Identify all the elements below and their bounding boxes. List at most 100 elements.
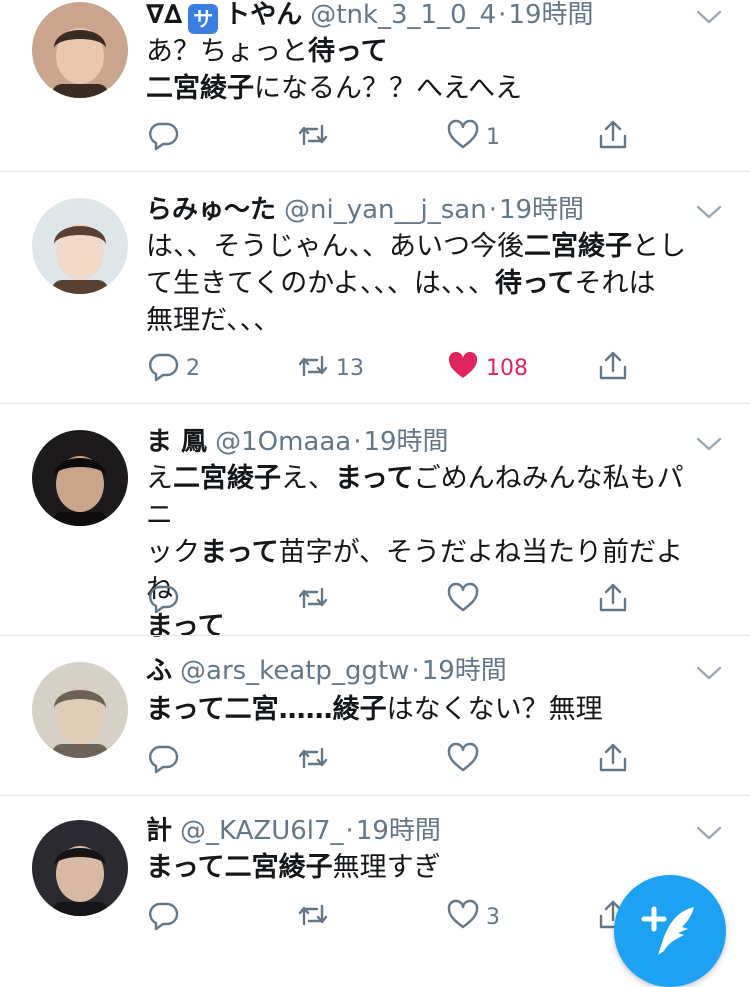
reply-button[interactable]	[146, 740, 180, 780]
tweet-divider	[0, 635, 750, 636]
bold-text: まって二宮綾子	[146, 852, 333, 883]
like-button[interactable]: 3	[446, 897, 500, 937]
user-handle[interactable]: @1Omaaa	[215, 427, 351, 457]
tweet-text-line: は、、そうじゃん、、あいつ今後二宮綾子とし	[146, 228, 706, 265]
timestamp[interactable]: 19時間	[508, 0, 593, 30]
tweet-actions: 2 13 108	[146, 348, 646, 388]
timestamp[interactable]: 19時間	[499, 195, 584, 225]
text-segment: になるん？？へえへえ	[254, 73, 523, 104]
tweet-text: は、、そうじゃん、、あいつ今後二宮綾子とし て生きてくのかよ、、、は、、、待ってそ…	[146, 228, 706, 339]
compose-tweet-icon	[641, 906, 694, 955]
retweet-icon	[296, 118, 330, 156]
separator-dot: ·	[488, 195, 497, 225]
timestamp[interactable]: 19時間	[363, 427, 448, 457]
text-segment: え、	[281, 463, 335, 494]
text-segment: は、、そうじゃん、、あいつ今後	[146, 231, 524, 262]
display-name[interactable]: トやん	[224, 0, 302, 30]
text-segment: え	[146, 463, 173, 494]
display-name[interactable]: ふ	[146, 656, 172, 686]
reply-icon	[146, 741, 180, 779]
user-handle[interactable]: @tnk_3_1_0_4	[310, 0, 496, 30]
compose-tweet-button[interactable]	[614, 875, 726, 987]
tweet-text-line: え二宮綾子え、まってごめんねみんな私もパニ	[146, 460, 706, 534]
tweet-text: あ？ちょっと待って 二宮綾子になるん？？へえへえ	[146, 33, 706, 107]
share-button[interactable]	[596, 580, 630, 620]
avatar[interactable]	[32, 430, 128, 526]
reply-icon	[146, 581, 180, 619]
like-button[interactable]	[446, 580, 480, 620]
tweet-actions: 3	[146, 897, 646, 937]
reply-button[interactable]: 2	[146, 348, 200, 388]
reply-button[interactable]	[146, 580, 180, 620]
retweet-button[interactable]: 13	[296, 348, 364, 388]
tweet-actions	[146, 580, 646, 620]
like-count: 1	[486, 124, 500, 150]
avatar[interactable]	[32, 2, 128, 98]
like-count: 3	[486, 904, 500, 930]
separator-dot: ·	[498, 0, 507, 30]
tweet-header: ふ @ars_keatp_ggtw·19時間	[146, 655, 507, 687]
like-button[interactable]: 1	[446, 117, 500, 157]
share-button[interactable]	[596, 348, 630, 388]
avatar[interactable]	[32, 198, 128, 294]
bold-text: まって	[200, 537, 279, 568]
reply-button[interactable]	[146, 897, 180, 937]
bold-text: 二宮綾子	[146, 73, 254, 104]
user-handle[interactable]: @ars_keatp_ggtw	[180, 656, 409, 686]
bold-text: 待って	[308, 36, 388, 67]
timestamp[interactable]: 19時間	[356, 816, 441, 846]
share-icon	[596, 118, 630, 156]
chevron-down-icon[interactable]	[696, 825, 722, 841]
heart-icon	[446, 118, 480, 156]
retweet-button[interactable]	[296, 740, 330, 780]
avatar[interactable]	[32, 820, 128, 916]
share-icon	[596, 741, 630, 779]
bold-text: 二宮綾子	[524, 231, 632, 262]
bold-text: まって	[335, 463, 414, 494]
display-name[interactable]: ま 鳳	[146, 427, 207, 457]
bold-text: まって二宮……綾子	[146, 694, 387, 725]
timestamp[interactable]: 19時間	[422, 656, 507, 686]
tweet-actions	[146, 740, 646, 780]
share-button[interactable]	[596, 740, 630, 780]
retweet-icon	[296, 349, 330, 387]
retweet-icon	[296, 581, 330, 619]
tweet-text-line: まって二宮綾子無理すぎ	[146, 849, 706, 886]
tweet-divider	[0, 171, 750, 172]
share-button[interactable]	[596, 117, 630, 157]
tweet-text-line: 無理だ、、、	[146, 302, 706, 339]
text-segment: 無理だ、、、	[146, 305, 281, 336]
avatar[interactable]	[32, 662, 128, 758]
display-name[interactable]: 計	[146, 816, 172, 846]
bold-text: 二宮綾子	[173, 463, 281, 494]
like-button[interactable]	[446, 740, 480, 780]
reply-icon	[146, 118, 180, 156]
chevron-down-icon[interactable]	[696, 204, 722, 220]
chevron-down-icon[interactable]	[696, 665, 722, 681]
like-button[interactable]: 108	[446, 348, 528, 388]
text-segment: ック	[146, 537, 200, 568]
retweet-button[interactable]	[296, 117, 330, 157]
tweet-header: 計 @_KAZU6l7_·19時間	[146, 815, 441, 847]
tweet-divider	[0, 795, 750, 796]
heart-icon	[446, 349, 480, 387]
retweet-button[interactable]	[296, 580, 330, 620]
like-count: 108	[486, 355, 528, 381]
text-segment: 無理すぎ	[332, 852, 441, 883]
reply-button[interactable]	[146, 117, 180, 157]
tweet-header: ∇∆ サトやん @tnk_3_1_0_4·19時間	[146, 0, 594, 34]
name-badge-icon: サ	[188, 4, 219, 34]
tweet-text: まって二宮綾子無理すぎ	[146, 849, 706, 886]
chevron-down-icon[interactable]	[696, 436, 722, 452]
user-handle[interactable]: @ni_yan__j_san	[284, 195, 487, 225]
display-name-prefix[interactable]: ∇∆	[146, 0, 182, 30]
retweet-button[interactable]	[296, 897, 330, 937]
display-name[interactable]: らみゅ〜た	[146, 195, 276, 225]
reply-icon	[146, 349, 180, 387]
share-icon	[596, 581, 630, 619]
heart-icon	[446, 581, 480, 619]
chevron-down-icon[interactable]	[696, 9, 722, 25]
heart-icon	[446, 741, 480, 779]
user-handle[interactable]: @_KAZU6l7_	[180, 816, 344, 846]
heart-icon	[446, 898, 480, 936]
